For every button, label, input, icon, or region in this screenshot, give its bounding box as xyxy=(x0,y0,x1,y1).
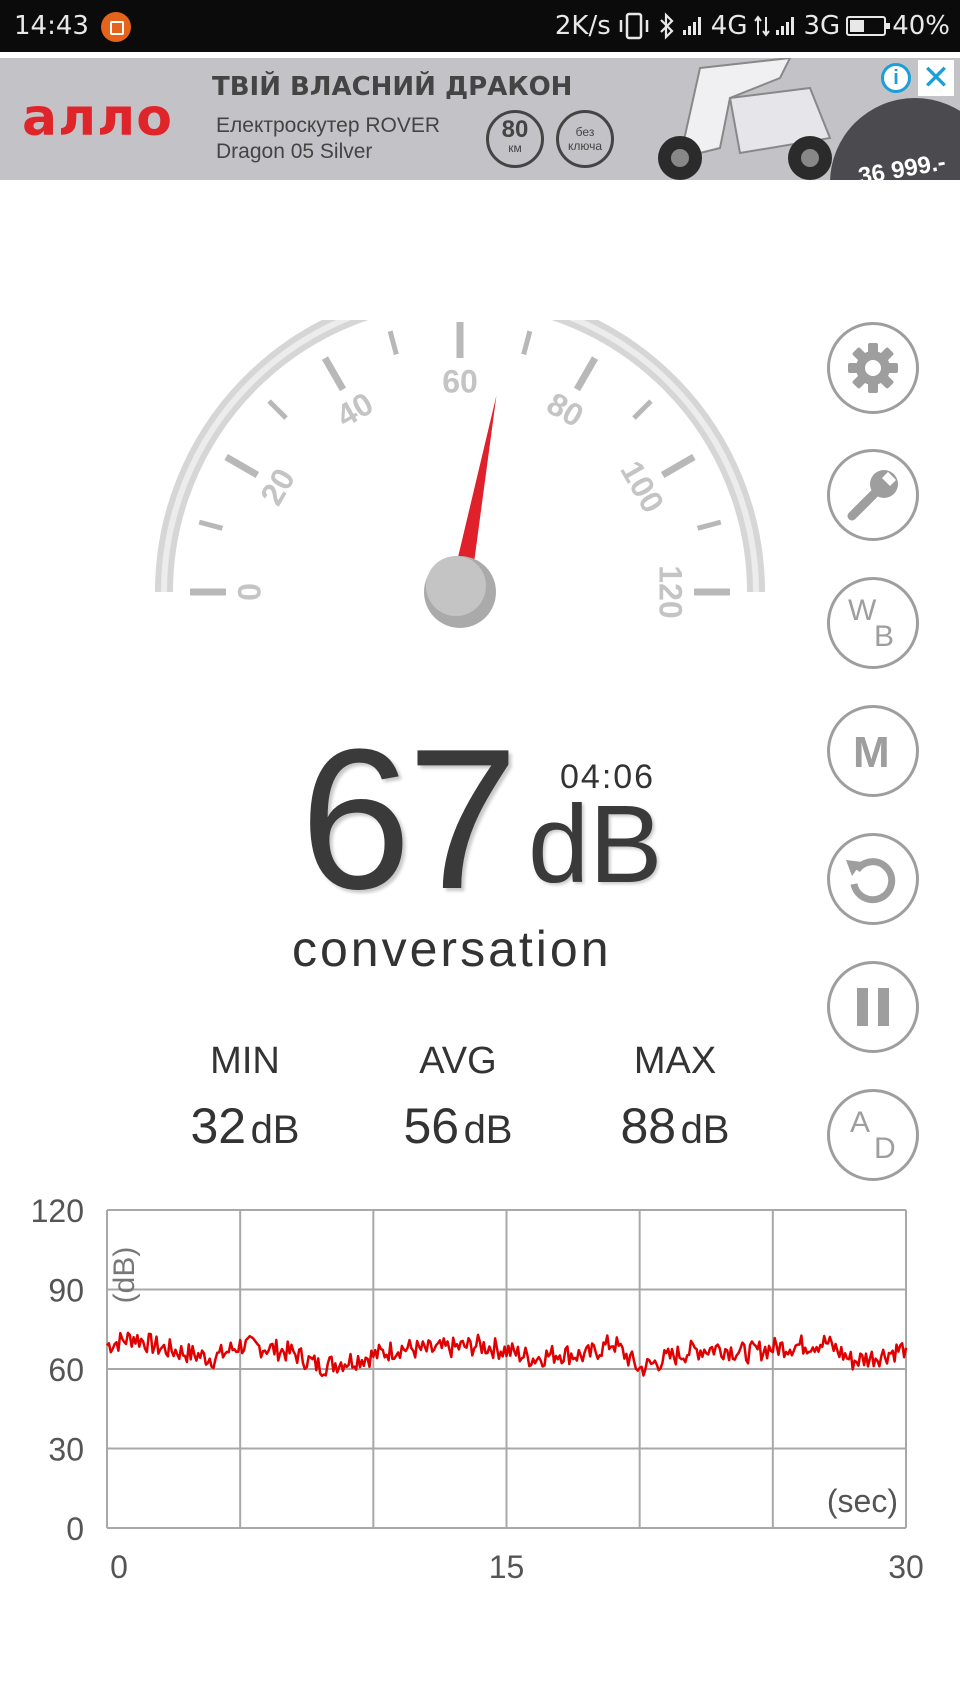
battery-level: 40% xyxy=(892,11,950,41)
gauge-tick-label: 60 xyxy=(442,363,478,399)
gauge-tick xyxy=(321,356,347,392)
stat-avg-label: AVG xyxy=(419,1040,497,1082)
mode-button[interactable]: M xyxy=(827,705,919,797)
ad-keyless-text: без ключа xyxy=(567,125,603,153)
gauge-tick-label: 20 xyxy=(253,462,302,511)
x-tick-label: 0 xyxy=(110,1549,128,1585)
ad-mode-top-letter: A xyxy=(850,1106,871,1139)
data-arrows-icon xyxy=(753,15,770,37)
stat-min: MIN 32 dB xyxy=(145,1040,345,1155)
gauge-tick xyxy=(387,330,399,356)
gear-icon xyxy=(848,343,898,393)
current-db-unit: dB xyxy=(528,783,663,906)
gauge-tick-label: 80 xyxy=(541,385,590,434)
gauge-tick-label: 120 xyxy=(653,565,689,618)
net-speed: 2K/s xyxy=(554,11,611,41)
mode-letter: M xyxy=(853,728,890,777)
reset-icon xyxy=(846,858,896,904)
current-db-value: 67 xyxy=(300,708,518,931)
y-tick-label: 90 xyxy=(48,1273,84,1309)
close-icon[interactable]: ✕ xyxy=(918,60,954,96)
gauge-tick xyxy=(224,453,260,479)
ad-product-line-1: Електроскутер ROVER xyxy=(216,114,441,137)
ad-banner[interactable]: алло ТВІЙ ВЛАСНИЙ ДРАКОН Електроскутер R… xyxy=(0,58,960,180)
gauge-tick-label: 0 xyxy=(231,583,267,601)
y-tick-label: 30 xyxy=(48,1432,84,1468)
stat-avg: AVG 56 dB xyxy=(358,1040,558,1155)
x-tick-label: 15 xyxy=(489,1549,525,1585)
pause-button[interactable] xyxy=(827,961,919,1053)
ad-range-unit: км xyxy=(508,141,522,155)
gauge-tick xyxy=(198,519,224,531)
gauge-tick xyxy=(632,399,653,420)
signal-icon xyxy=(682,15,705,37)
gauge-tick xyxy=(573,356,599,392)
scooter-image xyxy=(658,58,832,180)
gauge-tick xyxy=(521,330,533,356)
sound-level-gauge: 0 20 40 60 80 100 120 xyxy=(155,320,765,628)
ad-range-badge: 80 км xyxy=(486,110,544,168)
stat-max-label: MAX xyxy=(633,1040,717,1082)
ad-range-value: 80 xyxy=(501,116,529,143)
y-tick-label: 60 xyxy=(48,1352,84,1388)
stat-max: MAX 88 dB xyxy=(575,1040,775,1155)
ad-brand-logo: алло xyxy=(22,88,173,148)
db-history-chart: 120 90 60 30 00 15 30 (dB) (sec) xyxy=(31,1193,924,1585)
weighting-bottom-letter: B xyxy=(874,620,895,653)
info-icon[interactable]: i xyxy=(881,63,911,93)
x-axis-label: (sec) xyxy=(827,1483,898,1519)
stat-avg-value: 56 xyxy=(403,1098,460,1154)
weighting-button[interactable]: W B xyxy=(827,577,919,669)
bluetooth-icon xyxy=(660,12,674,40)
wrench-icon xyxy=(847,470,898,521)
network-type-2: 3G xyxy=(803,11,841,41)
status-bar: 14:43 2K/s 4G 3G 40% xyxy=(0,0,960,52)
pause-icon xyxy=(857,988,889,1026)
gauge-tick xyxy=(267,399,288,420)
x-tick-label: 30 xyxy=(888,1549,924,1585)
ad-product-line-2: Dragon 05 Silver xyxy=(216,140,373,163)
status-time: 14:43 xyxy=(14,11,89,41)
vibrate-icon xyxy=(619,12,649,40)
gauge-hub-highlight xyxy=(426,556,486,616)
stat-max-unit: dB xyxy=(680,1108,730,1152)
tools-button[interactable] xyxy=(827,449,919,541)
battery-icon xyxy=(846,16,891,36)
settings-button[interactable] xyxy=(827,322,919,414)
status-indicators: 2K/s 4G 3G 40% xyxy=(555,11,950,41)
ad-mode-button[interactable]: A D xyxy=(827,1089,919,1181)
ad-headline: ТВІЙ ВЛАСНИЙ ДРАКОН xyxy=(212,72,573,102)
stat-avg-unit: dB xyxy=(463,1108,513,1152)
y-tick-label: 0 xyxy=(66,1511,84,1547)
network-type-1: 4G xyxy=(710,11,748,41)
ad-keyless-badge: без ключа xyxy=(556,110,614,168)
y-axis-label: (dB) xyxy=(108,1247,141,1304)
signal-icon-2 xyxy=(775,15,798,37)
reset-button[interactable] xyxy=(827,833,919,925)
gauge-tick xyxy=(696,519,722,531)
y-tick-label: 120 xyxy=(31,1193,84,1229)
gauge-tick-label: 100 xyxy=(613,455,671,519)
gauge-tick xyxy=(660,453,696,479)
gauge-tick-label: 40 xyxy=(330,385,379,434)
stat-max-value: 88 xyxy=(620,1098,677,1154)
weighting-top-letter: W xyxy=(848,594,877,627)
stat-min-unit: dB xyxy=(250,1108,300,1152)
screenshot-notification-icon xyxy=(101,12,131,42)
noise-level-description: conversation xyxy=(292,921,612,977)
ad-mode-bottom-letter: D xyxy=(874,1132,896,1165)
stat-min-label: MIN xyxy=(210,1040,280,1082)
stat-min-value: 32 xyxy=(190,1098,247,1154)
